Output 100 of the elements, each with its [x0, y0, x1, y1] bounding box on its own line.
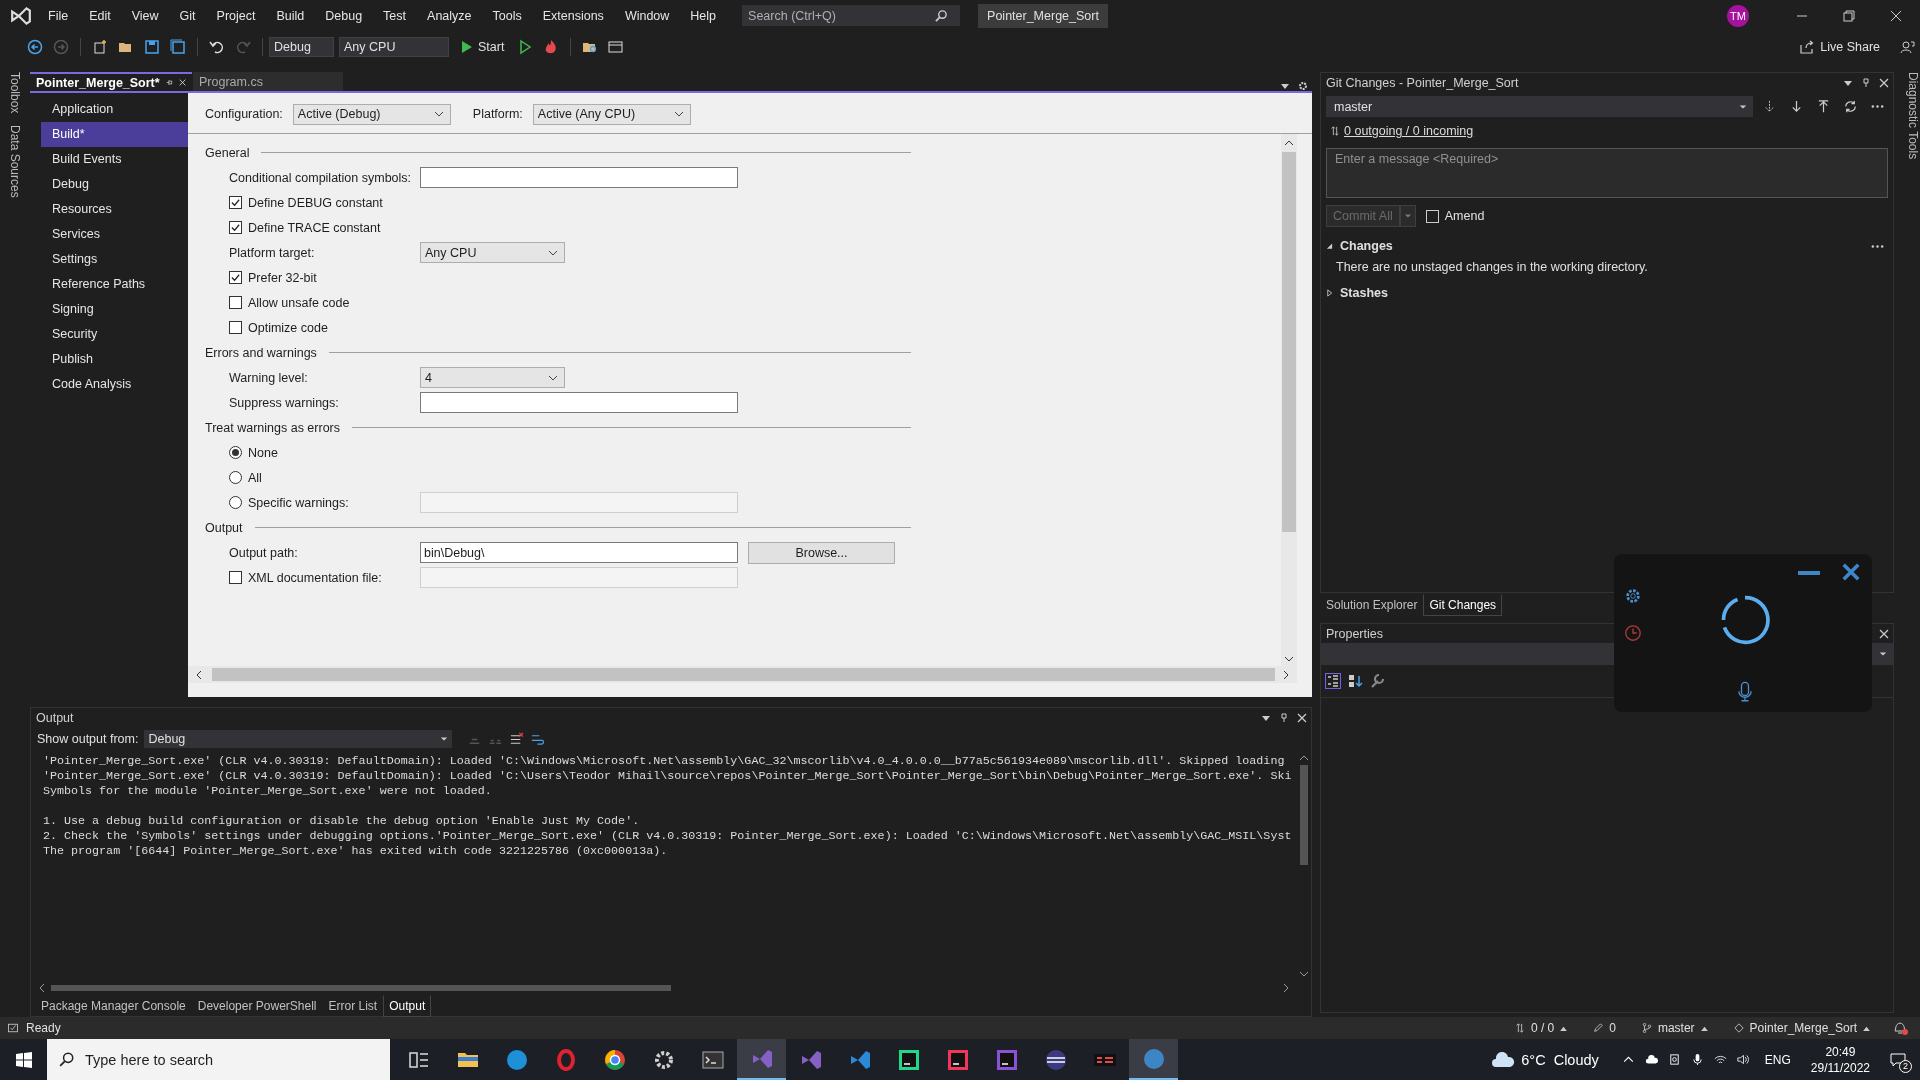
platform-dropdown[interactable]: Active (Any CPU) [532, 103, 691, 125]
nav-item[interactable]: Signing [41, 297, 188, 322]
taskbar-search-field[interactable]: Type here to search [47, 1039, 390, 1080]
nav-item[interactable]: Reference Paths [41, 272, 188, 297]
back-icon[interactable] [27, 38, 43, 55]
scroll-up-icon[interactable] [1299, 755, 1309, 761]
clock-time[interactable]: 20:49 [1825, 1043, 1856, 1060]
menu-item[interactable]: Project [216, 8, 256, 23]
radio-button[interactable] [229, 496, 242, 509]
clear-all-icon[interactable] [509, 731, 525, 747]
scroll-down-icon[interactable] [1284, 656, 1294, 662]
taskbar-app[interactable] [1129, 1039, 1178, 1080]
dropdown[interactable]: Any CPU [420, 242, 565, 263]
menu-item[interactable]: Git [179, 8, 196, 23]
camera-icon[interactable] [1667, 1053, 1681, 1066]
close-icon[interactable] [1890, 9, 1902, 22]
cloud-icon[interactable] [1644, 1053, 1658, 1066]
expander-icon[interactable] [1326, 289, 1333, 297]
checkbox-label[interactable]: Define TRACE constant [248, 220, 420, 235]
side-tab[interactable]: Toolbox [8, 72, 22, 114]
dropdown[interactable]: 4 [420, 367, 565, 388]
panel-tab[interactable]: Developer PowerShell [191, 994, 323, 1017]
menu-item[interactable]: Analyze [427, 8, 472, 23]
nav-item[interactable]: Build Events [41, 147, 188, 172]
play-outline-icon[interactable] [517, 38, 534, 55]
search-field[interactable]: Search (Ctrl+Q) [742, 5, 961, 26]
menu-item[interactable]: Build [276, 8, 305, 23]
menu-item[interactable]: Edit [89, 8, 111, 23]
restore-icon[interactable] [1843, 9, 1855, 22]
radio-button[interactable] [229, 446, 242, 459]
scrollbar[interactable] [1281, 134, 1297, 666]
side-tab[interactable]: Diagnostic Tools [1906, 72, 1920, 160]
scroll-right-icon[interactable] [1283, 983, 1289, 993]
panel-tab[interactable]: Error List [322, 994, 384, 1017]
checkbox[interactable] [229, 221, 242, 234]
nav-item[interactable]: Services [41, 222, 188, 247]
document-tab[interactable]: Pointer_Merge_Sort* [30, 72, 192, 91]
checkbox-label[interactable]: Define DEBUG constant [248, 195, 420, 210]
sync-status[interactable]: 0 / 0 [1510, 1021, 1568, 1035]
menu-item[interactable]: Tools [492, 8, 522, 23]
configuration-dropdown[interactable]: Debug [269, 36, 334, 57]
nav-item[interactable]: Build* [41, 122, 188, 147]
clock-icon[interactable] [1624, 624, 1642, 642]
clock-date[interactable]: 29/11/2022 [1810, 1059, 1870, 1076]
wifi-icon[interactable] [1713, 1053, 1727, 1066]
close-icon[interactable] [1297, 712, 1307, 723]
start-button[interactable]: Start [454, 37, 513, 56]
pin-icon[interactable] [1861, 77, 1871, 88]
dropdown-icon[interactable] [1280, 81, 1290, 91]
nav-item[interactable]: Code Analysis [41, 372, 188, 397]
close-icon[interactable] [1841, 562, 1861, 582]
panel-tab[interactable]: Output [383, 994, 432, 1017]
pin-icon[interactable] [165, 78, 173, 87]
microphone-icon[interactable] [1690, 1053, 1704, 1066]
text-field[interactable] [420, 167, 738, 188]
checkbox[interactable] [229, 296, 242, 309]
weather-widget[interactable]: 6°C Cloudy [1491, 1051, 1599, 1068]
menu-item[interactable]: View [131, 8, 159, 23]
scroll-left-icon[interactable] [39, 983, 45, 993]
expander-icon[interactable] [1326, 242, 1333, 250]
checkbox-label[interactable]: Optimize code [248, 320, 420, 335]
nav-item[interactable]: Application [41, 97, 188, 122]
platform-dropdown[interactable]: Any CPU [339, 36, 449, 57]
language-indicator[interactable]: ENG [1764, 1052, 1791, 1067]
wrench-icon[interactable] [1369, 673, 1385, 689]
sort-alphabetical-icon[interactable] [1347, 673, 1363, 689]
push-icon[interactable] [1816, 99, 1831, 114]
close-icon[interactable] [1879, 77, 1889, 88]
checkbox[interactable] [229, 271, 242, 284]
checkbox-label[interactable]: Allow unsafe code [248, 295, 420, 310]
branch-dropdown[interactable]: master [1326, 96, 1753, 117]
group-title[interactable]: Changes [1340, 239, 1393, 253]
menu-item[interactable]: Test [383, 8, 407, 23]
checkbox[interactable] [229, 571, 242, 584]
checkbox-label[interactable]: Amend [1444, 209, 1485, 223]
new-project-icon[interactable] [92, 38, 108, 55]
user-avatar[interactable]: TM [1727, 4, 1749, 27]
checkbox[interactable] [229, 321, 242, 334]
window-layout-icon[interactable] [608, 38, 625, 55]
bell-icon[interactable] [1892, 1020, 1908, 1036]
nav-item[interactable]: Publish [41, 347, 188, 372]
notification-center-button[interactable]: 2 [1880, 1044, 1916, 1075]
checkbox-label[interactable]: Prefer 32-bit [248, 270, 420, 285]
panel-tab[interactable]: Package Manager Console [35, 994, 192, 1017]
close-icon[interactable] [1879, 628, 1889, 639]
browse-button[interactable]: Browse... [748, 541, 895, 564]
nav-item[interactable]: Debug [41, 172, 188, 197]
text-field[interactable] [420, 392, 738, 413]
radio-label[interactable]: All [248, 470, 420, 485]
menu-item[interactable]: Help [690, 8, 717, 23]
nav-item[interactable]: Settings [41, 247, 188, 272]
nav-item[interactable]: Resources [41, 197, 188, 222]
gear-icon[interactable] [1624, 587, 1642, 605]
scrollbar[interactable] [188, 666, 1297, 683]
checkbox-label[interactable]: XML documentation file: [248, 570, 420, 585]
taskbar-app[interactable] [737, 1039, 786, 1080]
panel-tab[interactable]: Git Changes [1423, 593, 1503, 616]
settings-icon[interactable] [1298, 81, 1308, 91]
radio-button[interactable] [229, 471, 242, 484]
nav-item[interactable]: Security [41, 322, 188, 347]
